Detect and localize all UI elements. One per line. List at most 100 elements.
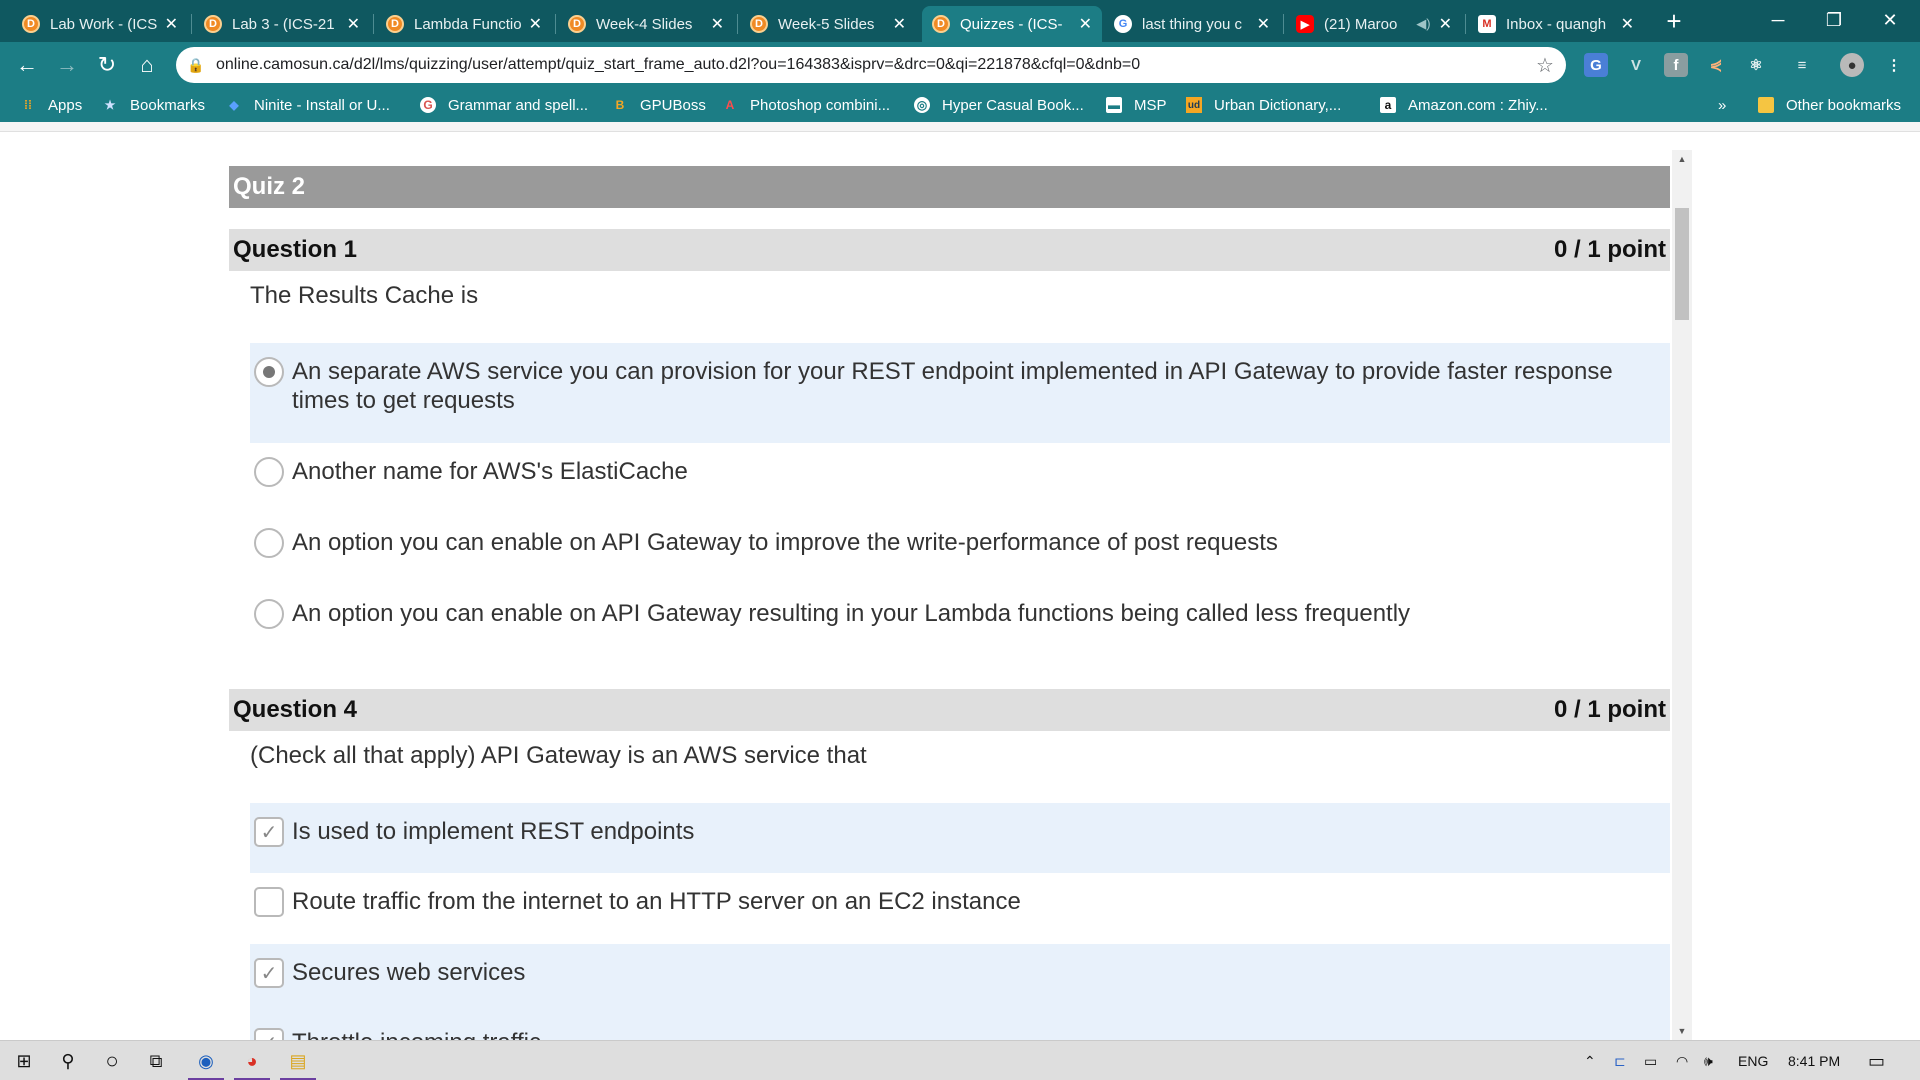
tab-week-5-slides[interactable]: D Week-5 Slides ✕ bbox=[740, 6, 916, 42]
answer-option[interactable]: An option you can enable on API Gateway … bbox=[250, 514, 1670, 585]
radio-button[interactable] bbox=[254, 457, 284, 487]
language-indicator[interactable]: ENG bbox=[1738, 1051, 1768, 1071]
page-top-border bbox=[0, 122, 1920, 132]
reload-icon[interactable]: ↻ bbox=[92, 50, 122, 80]
bookmark-photoshop[interactable]: A Photoshop combini... bbox=[722, 95, 890, 115]
radio-button[interactable] bbox=[254, 528, 284, 558]
tab-lab-3[interactable]: D Lab 3 - (ICS-21 ✕ bbox=[194, 6, 370, 42]
close-window-icon[interactable]: ✕ bbox=[1862, 0, 1918, 40]
answer-option[interactable]: Route traffic from the internet to an HT… bbox=[250, 873, 1670, 944]
bookmark-bookmarks[interactable]: ★ Bookmarks bbox=[102, 95, 205, 115]
tab-separator bbox=[373, 14, 374, 34]
checkbox-checked[interactable]: ✓ bbox=[254, 958, 284, 988]
bookmarks-overflow-button[interactable]: » bbox=[1718, 95, 1726, 115]
new-tab-button[interactable]: + bbox=[1656, 6, 1692, 36]
bookmark-label: Photoshop combini... bbox=[750, 96, 891, 114]
answer-option[interactable]: An option you can enable on API Gateway … bbox=[250, 585, 1670, 656]
bookmark-gpuboss[interactable]: B GPUBoss bbox=[612, 95, 706, 115]
close-icon[interactable]: ✕ bbox=[1621, 14, 1634, 34]
close-icon[interactable]: ✕ bbox=[1439, 14, 1452, 34]
bookmark-hyper-casual[interactable]: ◎ Hyper Casual Book... bbox=[914, 95, 1084, 115]
checkbox-checked[interactable]: ✓ bbox=[254, 817, 284, 847]
close-icon[interactable]: ✕ bbox=[711, 14, 724, 34]
search-icon[interactable]: ⚲ bbox=[54, 1047, 82, 1075]
radio-button[interactable] bbox=[254, 599, 284, 629]
answer-option[interactable]: ✓ Throttle incoming traffic bbox=[250, 1014, 1670, 1040]
restore-icon[interactable]: ❐ bbox=[1806, 0, 1862, 40]
volume-icon[interactable]: 🕪 bbox=[1704, 1051, 1713, 1071]
checkbox[interactable] bbox=[254, 887, 284, 917]
facebook-icon[interactable]: f bbox=[1664, 53, 1688, 77]
speaker-muted-icon[interactable]: ◀) bbox=[1416, 16, 1430, 32]
app-tray-icon[interactable]: ⊏ bbox=[1614, 1051, 1626, 1071]
tab-lambda-functions[interactable]: D Lambda Functio ✕ bbox=[376, 6, 552, 42]
battery-icon[interactable]: ▭ bbox=[1644, 1051, 1657, 1071]
notifications-icon[interactable]: ▭ bbox=[1868, 1051, 1885, 1071]
bookmark-grammarly[interactable]: G Grammar and spell... bbox=[420, 95, 588, 115]
bookmark-apps[interactable]: ⁞⁞ Apps bbox=[20, 95, 82, 115]
bookmark-msp[interactable]: ▬ MSP bbox=[1106, 95, 1167, 115]
close-icon[interactable]: ✕ bbox=[347, 14, 360, 34]
answer-option[interactable]: Another name for AWS's ElastiCache bbox=[250, 443, 1670, 514]
checkbox-checked[interactable]: ✓ bbox=[254, 1028, 284, 1040]
tab-gmail-inbox[interactable]: M Inbox - quangh ✕ bbox=[1468, 6, 1644, 42]
close-icon[interactable]: ✕ bbox=[529, 14, 542, 34]
question-text: (Check all that apply) API Gateway is an… bbox=[250, 742, 867, 769]
bookmark-label: Bookmarks bbox=[130, 96, 206, 114]
answer-option[interactable]: An separate AWS service you can provisio… bbox=[250, 343, 1670, 443]
tab-quizzes[interactable]: D Quizzes - (ICS- ✕ bbox=[922, 6, 1102, 42]
gmail-icon: M bbox=[1478, 15, 1496, 33]
lock-icon[interactable]: 🔒 bbox=[176, 57, 216, 74]
close-icon[interactable]: ✕ bbox=[893, 14, 906, 34]
steam-icon[interactable]: ◉ bbox=[188, 1047, 224, 1080]
answer-option[interactable]: ✓ Secures web services bbox=[250, 944, 1670, 1014]
tab-lab-work[interactable]: D Lab Work - (ICS- ✕ bbox=[12, 6, 188, 42]
d2l-icon: D bbox=[750, 15, 768, 33]
question-score: 0 / 1 point bbox=[1553, 236, 1666, 263]
bookmark-urban-dictionary[interactable]: ud Urban Dictionary,... bbox=[1186, 95, 1341, 115]
back-icon[interactable]: ← bbox=[12, 50, 42, 80]
show-hidden-icons-icon[interactable]: ⌃ bbox=[1584, 1051, 1596, 1071]
radio-button[interactable] bbox=[254, 357, 284, 387]
scroll-down-icon[interactable]: ▼ bbox=[1672, 1024, 1692, 1038]
profile-avatar[interactable]: ● bbox=[1840, 53, 1864, 77]
share-extension-icon[interactable]: ⋞ bbox=[1704, 53, 1728, 77]
forward-icon[interactable]: → bbox=[52, 50, 82, 80]
react-devtools-icon[interactable]: ⚛ bbox=[1744, 53, 1768, 77]
home-icon[interactable]: ⌂ bbox=[132, 50, 162, 80]
tab-label: last thing you c bbox=[1142, 15, 1243, 33]
chrome-icon[interactable]: ◕ bbox=[234, 1047, 270, 1080]
bookmark-other-bookmarks[interactable]: Other bookmarks bbox=[1758, 95, 1901, 115]
bookmark-label: MSP bbox=[1134, 96, 1167, 114]
file-explorer-icon[interactable]: ▤ bbox=[280, 1047, 316, 1080]
address-bar[interactable]: 🔒 online.camosun.ca/d2l/lms/quizzing/use… bbox=[176, 47, 1566, 83]
option-text: Throttle incoming traffic bbox=[292, 1028, 1632, 1040]
d2l-icon: D bbox=[568, 15, 586, 33]
cortana-icon[interactable]: ○ bbox=[98, 1047, 126, 1075]
close-icon[interactable]: ✕ bbox=[1079, 14, 1092, 34]
close-icon[interactable]: ✕ bbox=[165, 14, 178, 34]
scroll-up-icon[interactable]: ▲ bbox=[1672, 152, 1692, 166]
page-scrollbar[interactable]: ▲ ▼ bbox=[1672, 150, 1692, 1040]
windows-start-icon[interactable]: ⊞ bbox=[10, 1047, 38, 1075]
scrollbar-thumb[interactable] bbox=[1675, 208, 1689, 320]
tab-week-4-slides[interactable]: D Week-4 Slides ✕ bbox=[558, 6, 734, 42]
tab-label: Week-4 Slides bbox=[596, 15, 693, 33]
bookmark-ninite[interactable]: ◆ Ninite - Install or U... bbox=[226, 95, 390, 115]
wifi-icon[interactable]: ◠ bbox=[1676, 1051, 1688, 1071]
menu-kebab-icon[interactable]: ⋮ bbox=[1882, 53, 1906, 77]
bookmark-star-icon[interactable]: ☆ bbox=[1524, 53, 1566, 78]
clock[interactable]: 8:41 PM bbox=[1788, 1051, 1840, 1071]
task-view-icon[interactable]: ⧉ bbox=[142, 1047, 170, 1075]
close-icon[interactable]: ✕ bbox=[1257, 14, 1270, 34]
vimium-icon[interactable]: V bbox=[1624, 53, 1648, 77]
tab-google-search[interactable]: G last thing you c ✕ bbox=[1104, 6, 1280, 42]
google-translate-icon[interactable]: G bbox=[1584, 53, 1608, 77]
media-queue-icon[interactable]: ≡ bbox=[1790, 53, 1814, 77]
minimize-icon[interactable]: ─ bbox=[1750, 0, 1806, 40]
tab-youtube[interactable]: ▶ (21) Maroo ◀) ✕ bbox=[1286, 6, 1462, 42]
question-header: Question 4 0 / 1 point bbox=[229, 689, 1670, 731]
answer-option[interactable]: ✓ Is used to implement REST endpoints bbox=[250, 803, 1670, 873]
bookmark-amazon[interactable]: a Amazon.com : Zhiy... bbox=[1380, 95, 1548, 115]
url-text[interactable]: online.camosun.ca/d2l/lms/quizzing/user/… bbox=[216, 56, 1524, 74]
